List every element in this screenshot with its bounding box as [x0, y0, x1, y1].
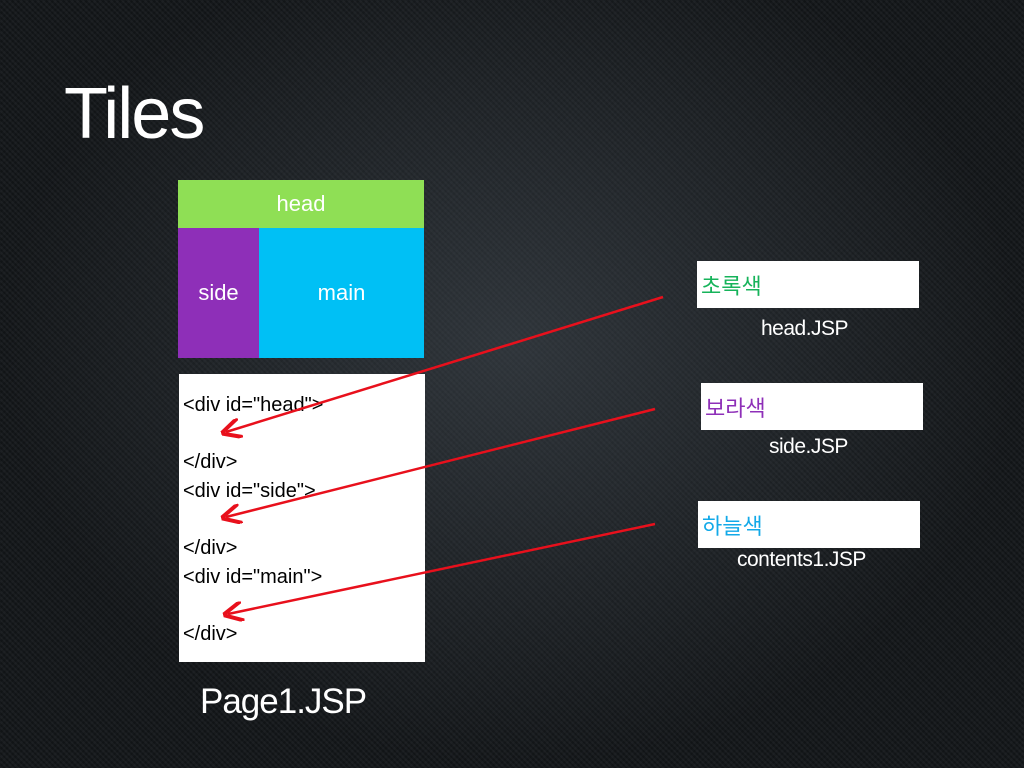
layout-region-head: head	[178, 180, 424, 228]
layout-region-side-label: side	[198, 280, 239, 305]
code-box: <div id="head"> </div> <div id="side"> <…	[179, 374, 425, 662]
layout-region-main-label: main	[317, 280, 366, 305]
slide-title: Tiles	[64, 74, 205, 154]
layout-region-side: side	[178, 228, 259, 358]
tile-box-main: 하늘색	[698, 501, 920, 548]
code-line-main-close: </div>	[183, 623, 238, 645]
code-line-side-open: <div id="side">	[183, 480, 316, 502]
code-line-head-open: <div id="head">	[183, 394, 324, 416]
layout-region-head-label: head	[276, 191, 326, 216]
tile-caption-head: head.JSP	[761, 317, 849, 340]
code-line-side-close: </div>	[183, 537, 238, 559]
tile-box-head: 초록색	[697, 261, 919, 308]
tile-label-head: 초록색	[701, 273, 762, 299]
page-caption: Page1.JSP	[200, 682, 367, 721]
layout-region-main: main	[259, 228, 424, 358]
tile-box-side: 보라색	[701, 383, 923, 430]
tile-label-main: 하늘색	[702, 513, 763, 539]
code-line-main-open: <div id="main">	[183, 566, 323, 588]
tile-caption-main: contents1.JSP	[737, 548, 866, 571]
tile-caption-side: side.JSP	[769, 435, 848, 458]
code-line-head-close: </div>	[183, 451, 238, 473]
layout-diagram: head side main	[178, 180, 424, 358]
tile-label-side: 보라색	[705, 395, 766, 421]
